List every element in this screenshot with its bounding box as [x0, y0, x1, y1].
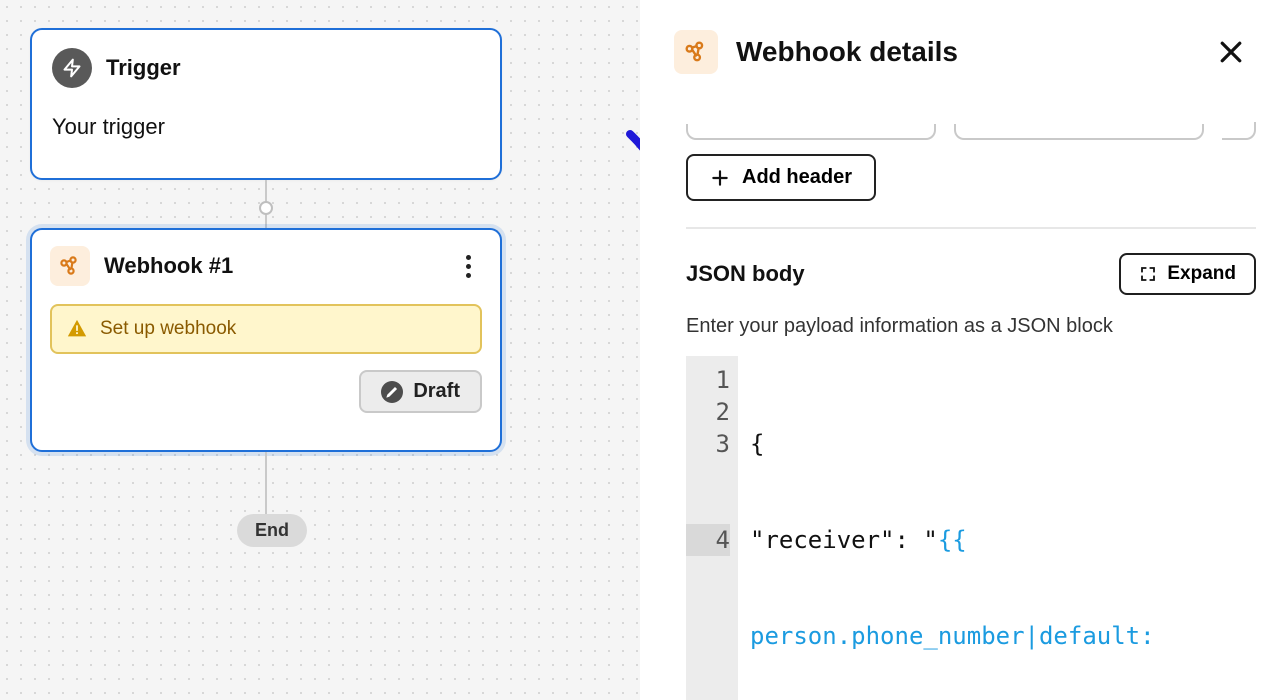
webhook-details-panel: Webhook details Add header JSON body Exp…	[640, 0, 1280, 700]
warning-triangle-icon	[66, 318, 88, 340]
expand-icon	[1139, 265, 1157, 283]
section-divider	[686, 227, 1256, 229]
webhook-title: Webhook #1	[104, 253, 440, 279]
header-fields-row	[686, 100, 1256, 140]
panel-title: Webhook details	[736, 36, 1198, 68]
trigger-subtitle: Your trigger	[52, 114, 480, 140]
webhook-icon	[674, 30, 718, 74]
end-node[interactable]: End	[237, 514, 307, 547]
add-header-button[interactable]: Add header	[686, 154, 876, 201]
editor-gutter: 1234	[686, 356, 738, 700]
kebab-menu-icon[interactable]	[454, 255, 482, 278]
setup-webhook-warning[interactable]: Set up webhook	[50, 304, 482, 354]
lightning-icon	[52, 48, 92, 88]
workflow-canvas[interactable]: Trigger Your trigger Webhook #1 Set up w…	[0, 0, 640, 700]
json-body-title: JSON body	[686, 261, 805, 287]
json-body-help: Enter your payload information as a JSON…	[686, 315, 1256, 338]
add-header-label: Add header	[742, 166, 852, 189]
pencil-icon	[381, 381, 403, 403]
header-delete-button[interactable]	[1222, 122, 1256, 140]
node-connector	[265, 452, 267, 514]
expand-button[interactable]: Expand	[1119, 253, 1256, 295]
trigger-node-card[interactable]: Trigger Your trigger	[30, 28, 502, 180]
editor-code[interactable]: { "receiver": "{{ person.phone_number|de…	[738, 356, 1256, 700]
plus-icon	[710, 168, 730, 188]
setup-webhook-label: Set up webhook	[100, 318, 236, 340]
draft-label: Draft	[413, 380, 460, 403]
trigger-title: Trigger	[106, 55, 181, 81]
connector-dot[interactable]	[259, 201, 273, 215]
expand-label: Expand	[1167, 263, 1236, 285]
webhook-icon	[50, 246, 90, 286]
webhook-node-card[interactable]: Webhook #1 Set up webhook Draft	[30, 228, 502, 452]
draft-status-pill[interactable]: Draft	[359, 370, 482, 413]
close-icon[interactable]	[1216, 37, 1246, 67]
header-value-field[interactable]	[954, 124, 1204, 140]
json-body-editor[interactable]: 1234 { "receiver": "{{ person.phone_numb…	[686, 356, 1256, 700]
header-key-field[interactable]	[686, 124, 936, 140]
